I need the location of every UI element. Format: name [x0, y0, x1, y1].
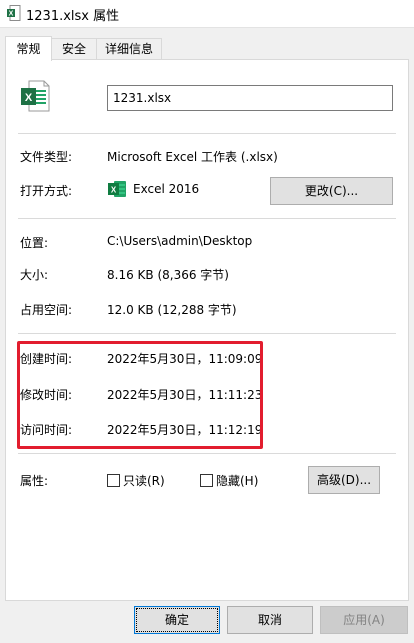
file-type-label: 文件类型: [20, 150, 73, 164]
readonly-checkbox[interactable] [107, 474, 120, 487]
hidden-label[interactable]: 隐藏(H) [216, 472, 258, 489]
divider [18, 333, 396, 334]
size-on-disk-label: 占用空间: [20, 303, 73, 317]
ok-button[interactable]: 确定 [134, 606, 220, 634]
svg-text:X: X [9, 11, 14, 18]
size-value: 8.16 KB (8,366 字节) [107, 268, 229, 282]
divider [18, 218, 396, 219]
window-title: 1231.xlsx 属性 [26, 9, 120, 24]
divider [18, 453, 396, 454]
tab-details[interactable]: 详细信息 [96, 38, 162, 59]
file-type-value: Microsoft Excel 工作表 (.xlsx) [107, 150, 278, 164]
excel-file-icon: X [21, 80, 50, 112]
location-value: C:\Users\admin\Desktop [107, 234, 253, 248]
tab-bar: 常规 安全 详细信息 [0, 36, 414, 61]
tab-security[interactable]: 安全 [50, 38, 98, 59]
svg-text:X: X [111, 186, 117, 195]
readonly-label[interactable]: 只读(R) [123, 472, 165, 489]
ok-label: 确定 [164, 613, 189, 627]
excel-file-icon: X [7, 5, 21, 21]
location-label: 位置: [20, 236, 49, 250]
svg-text:X: X [25, 92, 33, 104]
attributes-label: 属性: [20, 474, 49, 488]
tab-general[interactable]: 常规 [5, 36, 52, 61]
excel-app-icon: X [108, 181, 126, 197]
cancel-button[interactable]: 取消 [227, 606, 313, 634]
opens-with-app: Excel 2016 [133, 182, 200, 196]
change-button[interactable]: 更改(C)... [270, 177, 393, 205]
hidden-checkbox[interactable] [200, 474, 213, 487]
size-label: 大小: [20, 268, 49, 282]
size-on-disk-value: 12.0 KB (12,288 字节) [107, 303, 237, 317]
title-bar: X 1231.xlsx 属性 [0, 0, 414, 28]
highlight-box [17, 341, 263, 449]
divider [18, 133, 396, 134]
filename-field[interactable]: 1231.xlsx [107, 85, 393, 111]
advanced-button[interactable]: 高级(D)... [308, 466, 380, 494]
apply-button[interactable]: 应用(A) [320, 606, 408, 634]
opens-with-label: 打开方式: [20, 184, 73, 198]
general-panel: X 1231.xlsx 文件类型: Microsoft Excel 工作表 (.… [5, 59, 409, 601]
